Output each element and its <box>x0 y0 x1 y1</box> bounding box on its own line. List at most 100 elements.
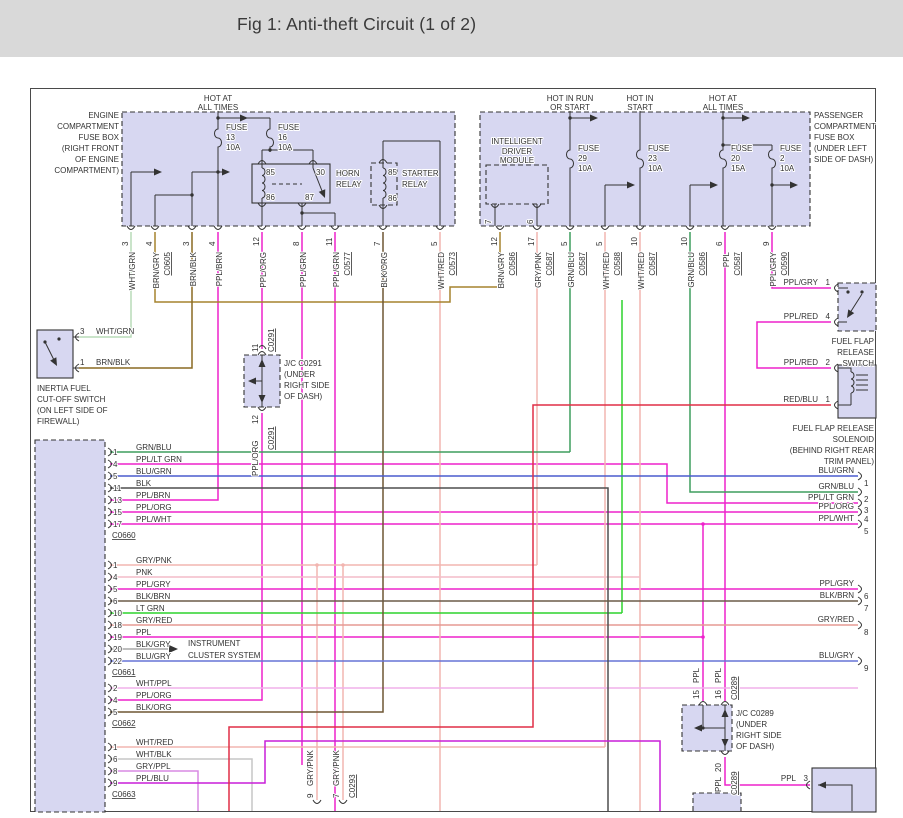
fusebox-pin-number: 7 <box>373 241 382 246</box>
relay-pin-86: 86 <box>388 194 397 203</box>
power-tap-label: ALL TIMES <box>198 103 238 112</box>
jc-c0289-wire-label: PPL <box>692 667 701 683</box>
connector-pin-number: 6 <box>113 755 118 764</box>
connector-pin-wire-label: PPL/BLU <box>136 774 169 783</box>
bottom-drop-pin-number: 9 <box>306 793 315 798</box>
connector-pin-wire-label: PPL/GRY <box>136 580 171 589</box>
solenoid-wire-label: RED/BLU <box>783 395 818 404</box>
solenoid-wire-label: PPL/RED <box>784 358 818 367</box>
connector-pin-number: 22 <box>113 657 122 666</box>
fusebox-pin-connector-code: C0577 <box>343 251 352 275</box>
connector-pin-number: 4 <box>113 573 118 582</box>
right-edge-pin-number: 9 <box>864 664 869 673</box>
connector-pin-number: 19 <box>113 633 122 642</box>
connector-pin-wire-label: PNK <box>136 568 153 577</box>
connector-pin-wire-label: WHT/PPL <box>136 679 172 688</box>
right-edge-wire-label: PPL/ORG <box>818 502 854 511</box>
fusebox-pin-number: 10 <box>680 237 689 246</box>
connector-pin-wire-label: BLK/BRN <box>136 592 170 601</box>
bottom-right-wire-label: PPL <box>781 774 797 783</box>
connector-pin-number: 5 <box>113 585 118 594</box>
fusebox-pin-connector-code: C0573 <box>448 251 457 275</box>
fusebox-pin-wire-label: PPL/BRN <box>215 252 224 286</box>
connector-pin-number: 1 <box>113 743 118 752</box>
connector-pin-wire-label: PPL/BRN <box>136 491 170 500</box>
wire-junction-dot <box>315 563 319 567</box>
fuel-switch-label: FUEL FLAP <box>832 337 874 346</box>
connector-pin-wire-label: PPL/LT GRN <box>136 455 182 464</box>
fusebox-pin-number: 4 <box>208 241 217 246</box>
connector-pin-wire-label: GRY/PPL <box>136 762 171 771</box>
connector-pin-wire-label: BLK/ORG <box>136 703 172 712</box>
cluster-note: CLUSTER SYSTEM <box>188 651 261 660</box>
bottom-drop-wire-label: GRY/PNK <box>306 749 315 786</box>
connector-pin-wire-label: PPL <box>136 628 152 637</box>
fuel-switch-wire-label: PPL/GRY <box>783 278 818 287</box>
connector-pin-wire-label: PPL/ORG <box>136 691 172 700</box>
connector-pin-number: 5 <box>113 472 118 481</box>
inertia-label: (ON LEFT SIDE OF <box>37 406 108 415</box>
solenoid-pin-number: 2 <box>826 358 831 367</box>
jc-c0289-wire-label: PPL <box>714 776 723 792</box>
jc-c0289-label: J/C C0289 <box>736 709 774 718</box>
solenoid-label: (BEHIND RIGHT REAR <box>790 446 875 455</box>
engine-box-label: ENGINE <box>88 111 119 120</box>
fusebox-pin-number: 5 <box>595 241 604 246</box>
junction-dot <box>300 211 303 214</box>
fuse-id: 16 <box>278 133 287 142</box>
connector-pin-number: 6 <box>113 597 118 606</box>
connector-pin-wire-label: BLK/GRY <box>136 640 171 649</box>
fusebox-pin-wire-label: GRN/BLU <box>567 252 576 288</box>
connector-pin-number: 15 <box>113 508 122 517</box>
connector-name: C0662 <box>112 719 136 728</box>
passenger-box-label: FUSE BOX <box>814 133 855 142</box>
fusebox-pin-connector-code: C0586 <box>508 251 517 275</box>
jc-c0291-label: (UNDER <box>284 370 315 379</box>
junction-dot <box>568 116 571 119</box>
idm-label: INTELLIGENT <box>491 137 543 146</box>
connector-pin-wire-label: PPL/WHT <box>136 515 172 524</box>
fuse-id: 13 <box>226 133 235 142</box>
wire-junction-dot <box>341 563 345 567</box>
connector-name: C0660 <box>112 531 136 540</box>
fuse-label: FUSE <box>278 123 299 132</box>
bottom-right-module-box <box>812 768 876 812</box>
fuse-label: FUSE <box>648 144 669 153</box>
fusebox-pin-number: 5 <box>430 241 439 246</box>
connector-pin-number: 1 <box>113 561 118 570</box>
connector-name: C0663 <box>112 790 136 799</box>
fuse-amp: 10A <box>780 164 795 173</box>
inertia-contact-dot <box>57 337 60 340</box>
power-tap-label: HOT AT <box>709 94 737 103</box>
connector-pin-wire-label: LT GRN <box>136 604 165 613</box>
right-edge-pin-number: 3 <box>864 506 869 515</box>
jc-c0289-label: RIGHT SIDE <box>736 731 782 740</box>
right-edge-wire-label: GRN/BLU <box>818 482 854 491</box>
fuse-amp: 10A <box>578 164 593 173</box>
fusebox-pin-wire-label: BRN/BLK <box>189 251 198 286</box>
fuse-amp: 10A <box>226 143 241 152</box>
right-edge-pin-number: 2 <box>864 495 869 504</box>
jc-c0289-conn-code: C0289 <box>730 676 739 700</box>
inertia-wire-label: WHT/GRN <box>96 327 134 336</box>
right-edge-wire-label: PPL/LT GRN <box>808 493 854 502</box>
fusebox-pin-number: 12 <box>252 237 261 246</box>
jc-c0291-wire-label: PPL/ORG <box>251 440 260 476</box>
jc-c0289-junction-dot <box>701 726 704 729</box>
idm-pin-7: 7 <box>484 219 493 224</box>
fuel-flap-release-switch-box <box>838 283 876 331</box>
jc-c0289-label: OF DASH) <box>736 742 775 751</box>
inertia-label: INERTIA FUEL <box>37 384 91 393</box>
fusebox-pin-number: 17 <box>527 237 536 246</box>
inertia-pin-number: 1 <box>80 358 85 367</box>
fuse-amp: 15A <box>731 164 746 173</box>
connector-pin-number: 17 <box>113 520 122 529</box>
wire-junction-dot <box>701 522 705 526</box>
engine-box-label: (RIGHT FRONT <box>62 144 119 153</box>
jc-c0291-label: OF DASH) <box>284 392 323 401</box>
idm-pin-6: 6 <box>526 219 535 224</box>
fuse-id: 20 <box>731 154 740 163</box>
horn-relay-label: HORN <box>336 169 360 178</box>
junction-dot <box>721 116 724 119</box>
fuel-switch-dot <box>846 290 849 293</box>
